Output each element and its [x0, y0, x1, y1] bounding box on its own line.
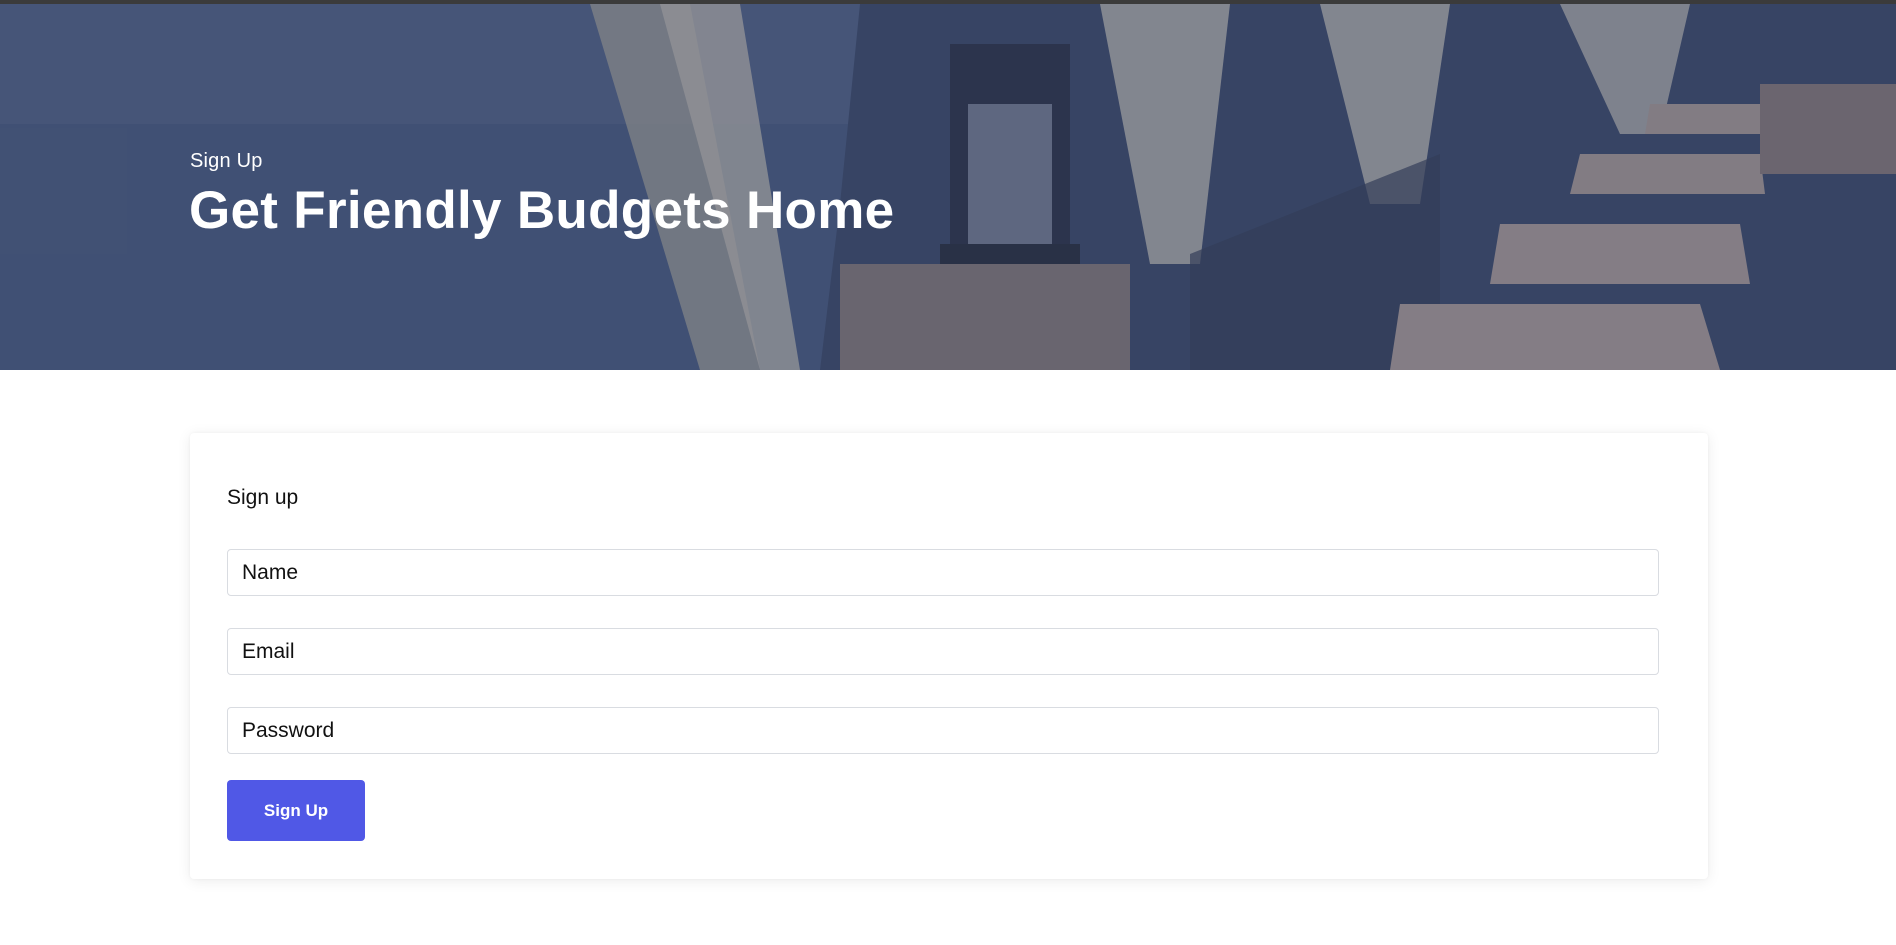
hero-banner: Sign Up Get Friendly Budgets Home	[0, 4, 1896, 370]
form-heading: Sign up	[227, 486, 299, 509]
signup-card: Sign up Sign Up	[190, 433, 1708, 879]
hero-subtitle: Sign Up	[190, 150, 263, 172]
sign-up-button[interactable]: Sign Up	[227, 780, 365, 841]
name-input[interactable]	[227, 549, 1659, 596]
page-title: Get Friendly Budgets Home	[189, 181, 895, 240]
password-input[interactable]	[227, 707, 1659, 754]
email-input[interactable]	[227, 628, 1659, 675]
